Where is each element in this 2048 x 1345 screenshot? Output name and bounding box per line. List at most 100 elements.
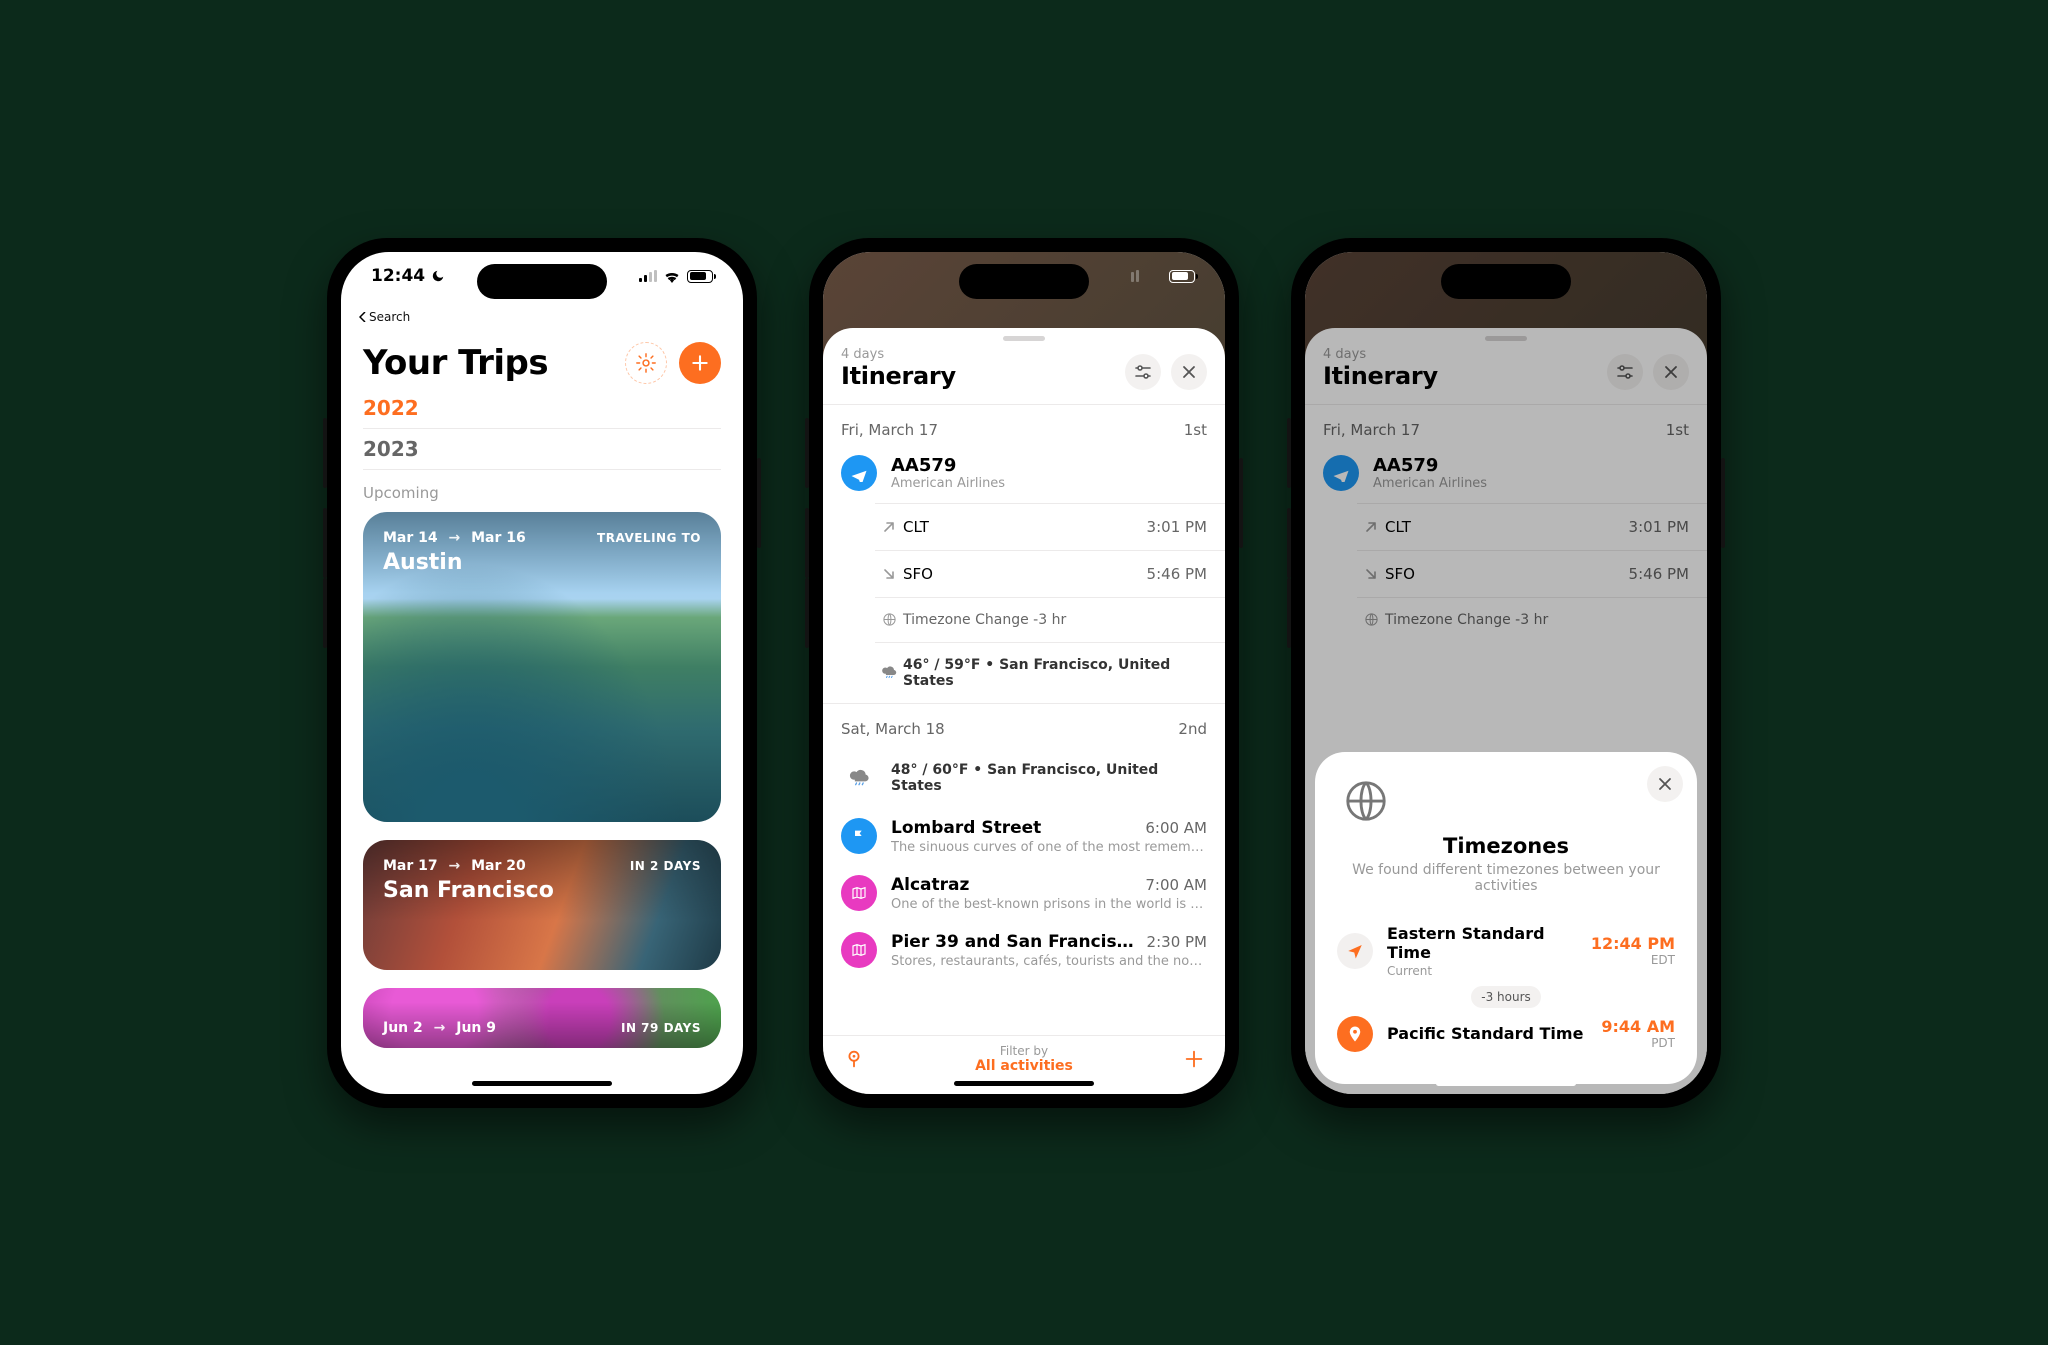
sheet-title: Itinerary [841,362,956,390]
trip-to: Mar 16 [471,530,526,546]
activity-desc: One of the best-known prisons in the wor… [891,897,1207,912]
plane-icon [841,455,877,491]
timezones-close-button[interactable] [1647,766,1683,802]
depart-airport: CLT [903,518,1147,536]
trip-to: Jun 9 [456,1020,496,1036]
plus-icon [690,353,710,373]
add-activity-button[interactable] [1183,1048,1205,1070]
close-button[interactable] [1171,354,1207,390]
upcoming-label: Upcoming [341,470,743,512]
map-icon [841,932,877,968]
wifi-icon [663,270,681,283]
location-pin-icon [1337,1016,1373,1052]
timezones-sheet: Timezones We found different timezones b… [1315,752,1697,1084]
globe-icon [1343,778,1389,824]
trip-badge: TRAVELING TO [597,531,701,545]
location-arrow-icon [1337,933,1373,969]
rain-icon [841,760,877,796]
activity-time: 2:30 PM [1147,933,1207,951]
tz-name: Eastern Standard Time [1387,924,1577,962]
timezones-title: Timezones [1343,834,1669,858]
location-button[interactable] [843,1048,865,1070]
timezone-note: Timezone Change -3 hr [903,612,1207,628]
day-label: Sat, March 18 [841,720,945,738]
dynamic-island [477,264,607,299]
phone-timezones: 4 days Itinerary Fri, March 17 1st [1291,238,1721,1108]
timezone-row[interactable]: Timezone Change -3 hr [875,597,1225,642]
flag-icon [841,818,877,854]
filter-button[interactable] [1125,354,1161,390]
trip-badge: IN 79 DAYS [621,1021,701,1035]
activity-name: Lombard Street [891,818,1041,838]
sliders-icon [1135,365,1151,379]
battery-icon [1169,270,1195,283]
location-pin-icon [843,1048,865,1070]
back-label: Search [369,310,410,324]
depart-icon [875,520,903,534]
home-indicator[interactable] [472,1081,612,1086]
year-tab-2022[interactable]: 2022 [363,388,721,429]
activity-desc: The sinuous curves of one of the most re… [891,840,1207,855]
phone-itinerary: 12:44 Search 4 days Itinerary [809,238,1239,1108]
tz-sub: Current [1387,964,1577,978]
tz-zone: PDT [1601,1036,1675,1050]
flight-item[interactable]: AA579 American Airlines [823,449,1225,503]
activity-time: 6:00 AM [1145,819,1207,837]
phone-trips: 12:44 Search Your Trips [327,238,757,1108]
back-to-search[interactable]: Search [341,310,743,324]
home-indicator[interactable] [954,1081,1094,1086]
map-icon [841,875,877,911]
weather-row[interactable]: 46° / 59°F • San Francisco, United State… [875,642,1225,703]
arrow-right-icon: → [434,1020,446,1036]
trip-card-third[interactable]: Jun 2 → Jun 9 IN 79 DAYS [363,988,721,1048]
arrow-right-icon: → [449,858,461,874]
tz-time: 9:44 AM [1601,1017,1675,1036]
activity-item[interactable]: Pier 39 and San Francisco F… 2:30 PM Sto… [823,922,1225,979]
cellular-icon [639,270,657,282]
globe-icon [875,612,903,627]
trip-from: Mar 14 [383,530,438,546]
filter-selector[interactable]: Filter by All activities [975,1044,1073,1074]
activity-item[interactable]: Alcatraz 7:00 AM One of the best-known p… [823,865,1225,922]
status-time: 12:44 [371,266,425,286]
home-indicator[interactable] [1436,1081,1576,1086]
settings-button[interactable] [625,342,667,384]
timezone-row-eastern[interactable]: Eastern Standard Time Current 12:44 PM E… [1333,912,1679,990]
flight-airline: American Airlines [891,476,1005,491]
tz-time: 12:44 PM [1591,934,1675,953]
arrive-row[interactable]: SFO 5:46 PM [875,550,1225,597]
activity-name: Alcatraz [891,875,969,895]
tz-name: Pacific Standard Time [1387,1024,1587,1043]
plus-icon [1183,1048,1205,1070]
activity-time: 7:00 AM [1145,876,1207,894]
gear-icon [635,352,657,374]
add-trip-button[interactable] [679,342,721,384]
depart-row[interactable]: CLT 3:01 PM [875,503,1225,550]
activity-desc: Stores, restaurants, cafés, tourists and… [891,954,1207,969]
year-tab-2023[interactable]: 2023 [363,429,721,470]
day-ordinal: 2nd [1178,720,1207,738]
tz-zone: EDT [1591,953,1675,967]
trip-badge: IN 2 DAYS [630,859,701,873]
filter-value: All activities [975,1058,1073,1074]
trip-card-sf[interactable]: Mar 17 → Mar 20 IN 2 DAYS San Francisco [363,840,721,970]
trip-city: Austin [383,550,701,575]
arrive-time: 5:46 PM [1147,565,1207,583]
arrive-icon [875,567,903,581]
day-label: Fri, March 17 [841,421,938,439]
arrow-right-icon: → [449,530,461,546]
close-icon [1658,777,1672,791]
trip-from: Mar 17 [383,858,438,874]
filter-label: Filter by [975,1044,1073,1058]
moon-icon [431,269,445,283]
depart-time: 3:01 PM [1147,518,1207,536]
sheet-subtitle: 4 days [841,347,956,362]
timezones-desc: We found different timezones between you… [1343,862,1669,894]
weather-row[interactable]: 48° / 60°F • San Francisco, United State… [823,748,1225,808]
battery-icon [687,270,713,283]
flight-code: AA579 [891,455,1005,476]
timezone-row-pacific[interactable]: Pacific Standard Time 9:44 AM PDT [1333,1004,1679,1064]
arrive-airport: SFO [903,565,1147,583]
trip-card-austin[interactable]: Mar 14 → Mar 16 TRAVELING TO Austin [363,512,721,822]
activity-item[interactable]: Lombard Street 6:00 AM The sinuous curve… [823,808,1225,865]
